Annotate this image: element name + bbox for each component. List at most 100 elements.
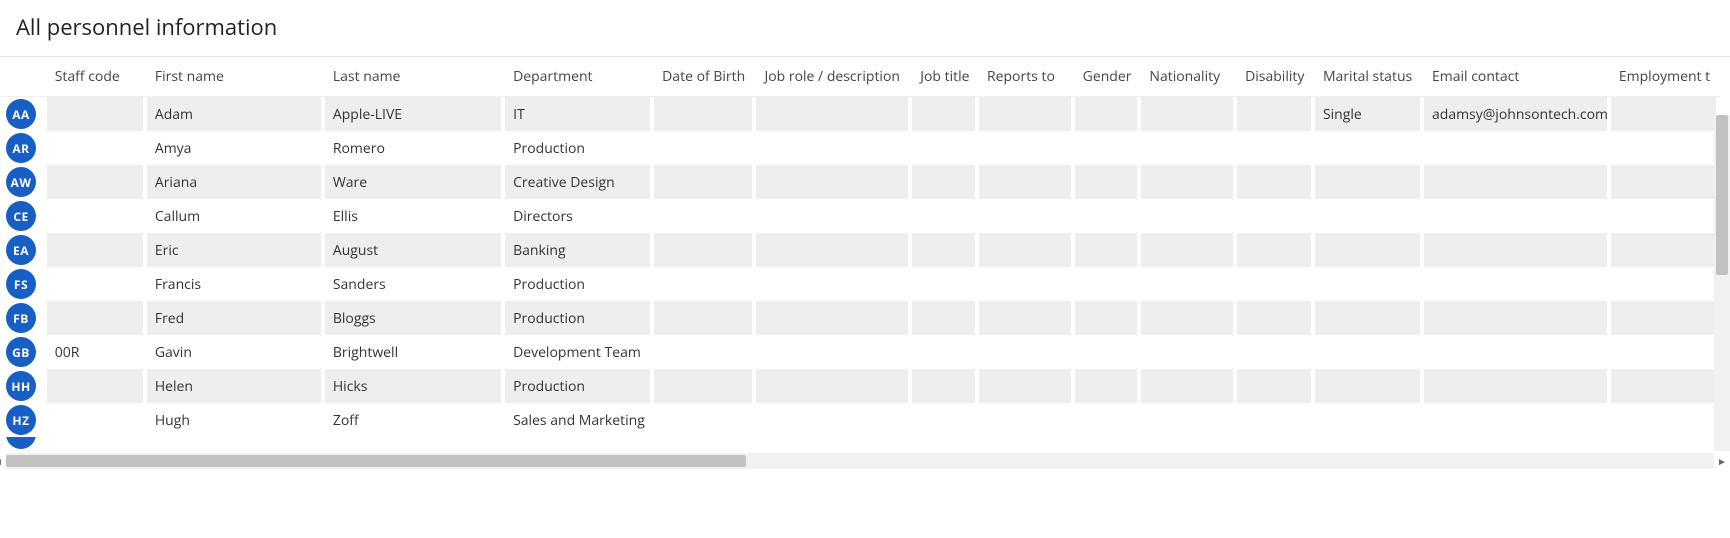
cell-employment[interactable]: [1611, 131, 1720, 165]
cell-nationality[interactable]: [1141, 267, 1237, 301]
cell-department[interactable]: Sales and Marketing: [505, 403, 654, 437]
cell-first-name[interactable]: Gavin: [147, 335, 325, 369]
cell-job-title[interactable]: [912, 403, 979, 437]
avatar[interactable]: [6, 437, 36, 449]
cell-disability[interactable]: [1237, 97, 1315, 131]
cell-job-title[interactable]: [912, 131, 979, 165]
cell-email[interactable]: [1424, 199, 1611, 233]
cell-email[interactable]: [1424, 131, 1611, 165]
cell-dob[interactable]: [654, 97, 756, 131]
cell-marital-status[interactable]: [1315, 233, 1424, 267]
cell-first-name[interactable]: Hugh: [147, 403, 325, 437]
table-row[interactable]: HZHughZoffSales and Marketing: [0, 403, 1720, 437]
cell-email[interactable]: [1424, 335, 1611, 369]
cell-job-role[interactable]: [756, 267, 912, 301]
table-row[interactable]: AAAdamApple-LIVEITSingleadamsy@johnsonte…: [0, 97, 1720, 131]
cell-nationality[interactable]: [1141, 403, 1237, 437]
cell-dob[interactable]: [654, 369, 756, 403]
cell-email[interactable]: [1424, 267, 1611, 301]
cell-job-title[interactable]: [912, 335, 979, 369]
cell-marital-status[interactable]: [1315, 403, 1424, 437]
cell-job-role[interactable]: [756, 199, 912, 233]
avatar[interactable]: FB: [6, 303, 36, 333]
cell-job-role[interactable]: [756, 97, 912, 131]
cell-first-name[interactable]: Helen: [147, 369, 325, 403]
cell-nationality[interactable]: [1141, 165, 1237, 199]
cell-gender[interactable]: [1075, 131, 1142, 165]
cell-staff-code[interactable]: [47, 97, 147, 131]
cell-disability[interactable]: [1237, 403, 1315, 437]
cell-last-name[interactable]: Apple-LIVE: [325, 97, 505, 131]
cell-job-title[interactable]: [912, 301, 979, 335]
table-row[interactable]: AWArianaWareCreative Design: [0, 165, 1720, 199]
cell-marital-status[interactable]: [1315, 369, 1424, 403]
cell-dob[interactable]: [654, 131, 756, 165]
column-header-email[interactable]: Email contact: [1424, 57, 1611, 97]
cell-staff-code[interactable]: [47, 369, 147, 403]
cell-nationality[interactable]: [1141, 97, 1237, 131]
cell-job-title[interactable]: [912, 267, 979, 301]
table-row[interactable]: ARAmyaRomeroProduction: [0, 131, 1720, 165]
cell-dob[interactable]: [654, 267, 756, 301]
cell-staff-code[interactable]: [47, 267, 147, 301]
cell-gender[interactable]: [1075, 335, 1142, 369]
cell-department[interactable]: Banking: [505, 233, 654, 267]
cell-last-name[interactable]: Hicks: [325, 369, 505, 403]
cell-gender[interactable]: [1075, 233, 1142, 267]
cell-employment[interactable]: [1611, 199, 1720, 233]
cell-gender[interactable]: [1075, 199, 1142, 233]
cell-last-name[interactable]: Ware: [325, 165, 505, 199]
cell-disability[interactable]: [1237, 369, 1315, 403]
cell-last-name[interactable]: Zoff: [325, 403, 505, 437]
cell-staff-code[interactable]: [47, 403, 147, 437]
cell-first-name[interactable]: Francis: [147, 267, 325, 301]
cell-job-title[interactable]: [912, 97, 979, 131]
avatar[interactable]: EA: [6, 235, 36, 265]
column-header-department[interactable]: Department: [505, 57, 654, 97]
table-row[interactable]: CECallumEllisDirectors: [0, 199, 1720, 233]
cell-disability[interactable]: [1237, 335, 1315, 369]
cell-employment[interactable]: [1611, 267, 1720, 301]
cell-gender[interactable]: [1075, 97, 1142, 131]
cell-department[interactable]: Production: [505, 369, 654, 403]
column-header-marital-status[interactable]: Marital status: [1315, 57, 1424, 97]
cell-gender[interactable]: [1075, 267, 1142, 301]
cell-staff-code[interactable]: [47, 301, 147, 335]
cell-dob[interactable]: [654, 301, 756, 335]
cell-email[interactable]: [1424, 369, 1611, 403]
cell-employment[interactable]: [1611, 97, 1720, 131]
avatar[interactable]: FS: [6, 269, 36, 299]
cell-last-name[interactable]: Brightwell: [325, 335, 505, 369]
cell-job-title[interactable]: [912, 199, 979, 233]
table-row[interactable]: FBFredBloggsProduction: [0, 301, 1720, 335]
avatar[interactable]: AR: [6, 133, 36, 163]
cell-last-name[interactable]: Bloggs: [325, 301, 505, 335]
cell-employment[interactable]: [1611, 301, 1720, 335]
cell-first-name[interactable]: Callum: [147, 199, 325, 233]
cell-employment[interactable]: [1611, 335, 1720, 369]
cell-email[interactable]: [1424, 233, 1611, 267]
column-header-reports-to[interactable]: Reports to: [979, 57, 1075, 97]
vertical-scrollbar-thumb[interactable]: [1716, 115, 1728, 275]
cell-department[interactable]: Creative Design: [505, 165, 654, 199]
column-header-dob[interactable]: Date of Birth: [654, 57, 756, 97]
cell-employment[interactable]: [1611, 233, 1720, 267]
vertical-scrollbar[interactable]: [1714, 115, 1730, 451]
cell-first-name[interactable]: Adam: [147, 97, 325, 131]
cell-department[interactable]: Development Team: [505, 335, 654, 369]
cell-staff-code[interactable]: 00R: [47, 335, 147, 369]
cell-dob[interactable]: [654, 335, 756, 369]
horizontal-scrollbar-thumb[interactable]: [6, 455, 746, 467]
cell-reports-to[interactable]: [979, 131, 1075, 165]
cell-staff-code[interactable]: [47, 199, 147, 233]
scroll-left-icon[interactable]: ◄: [0, 455, 4, 467]
cell-email[interactable]: adamsy@johnsontech.com: [1424, 97, 1611, 131]
cell-last-name[interactable]: Ellis: [325, 199, 505, 233]
cell-email[interactable]: [1424, 301, 1611, 335]
cell-disability[interactable]: [1237, 267, 1315, 301]
cell-dob[interactable]: [654, 165, 756, 199]
cell-job-title[interactable]: [912, 369, 979, 403]
cell-marital-status[interactable]: Single: [1315, 97, 1424, 131]
horizontal-scrollbar[interactable]: ◄ ►: [6, 453, 1714, 469]
table-row[interactable]: HHHelenHicksProduction: [0, 369, 1720, 403]
